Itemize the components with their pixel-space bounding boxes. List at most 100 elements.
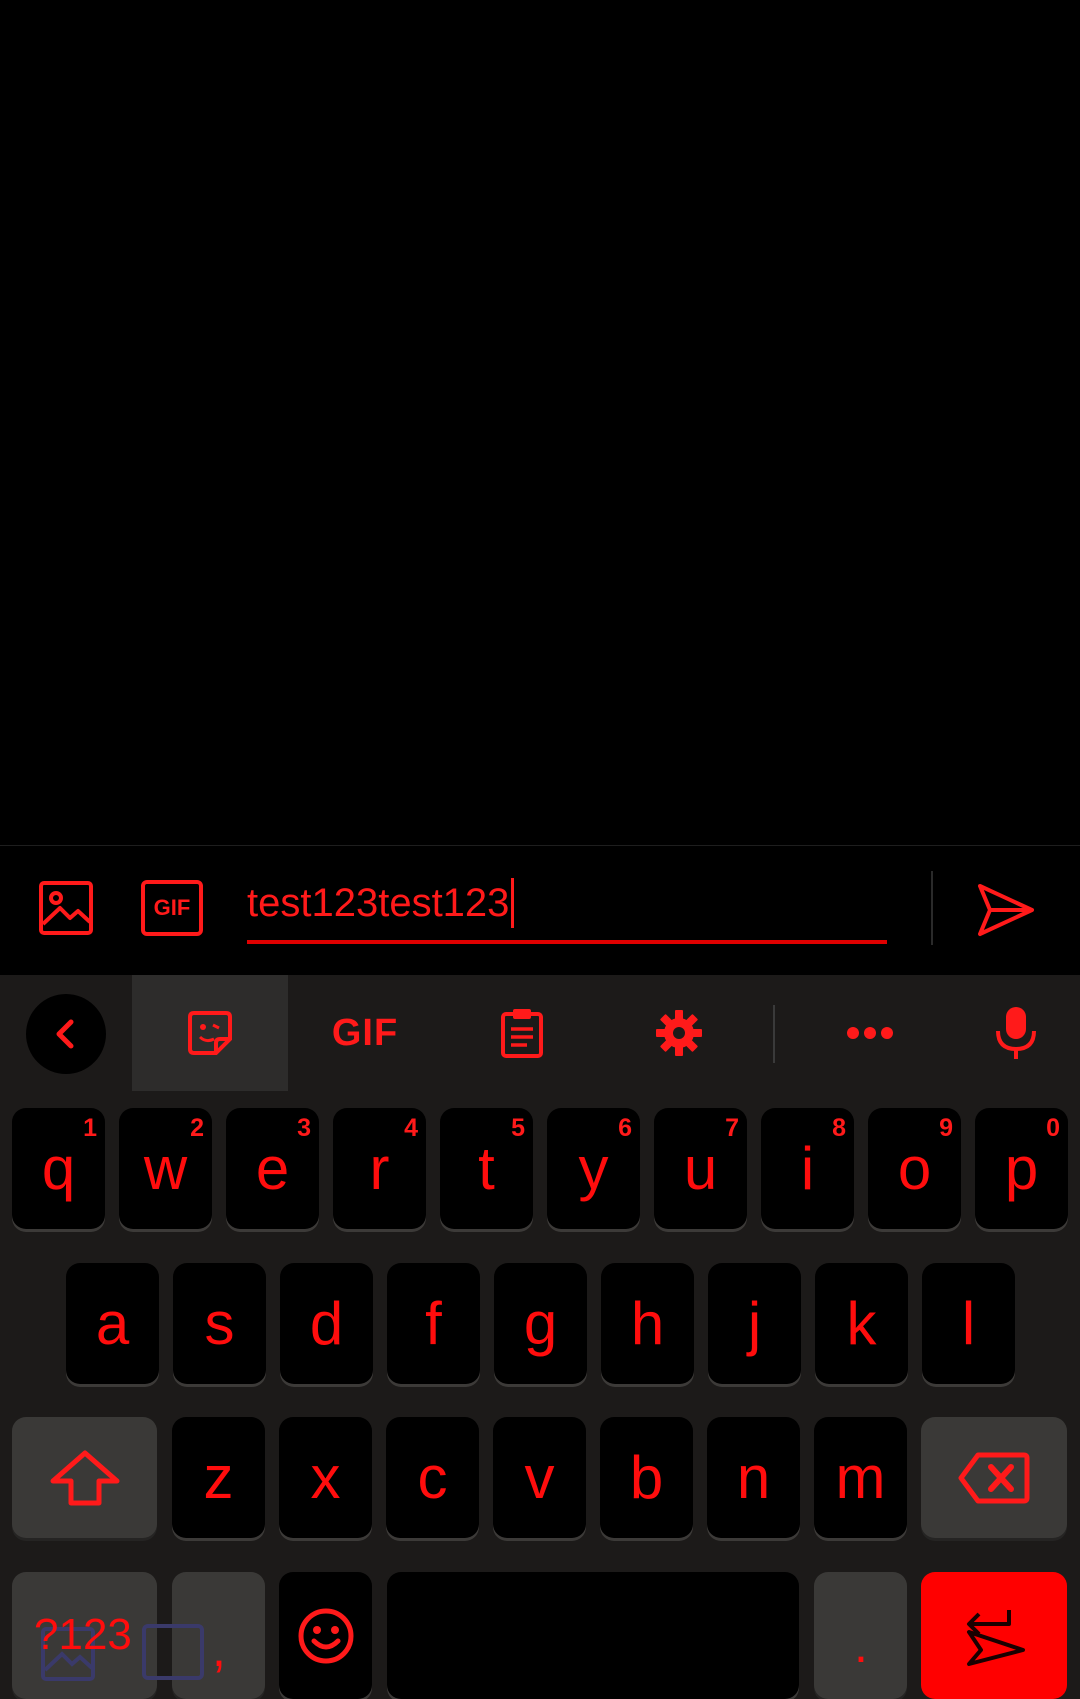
key-n[interactable]: n xyxy=(707,1417,800,1538)
key-d[interactable]: d xyxy=(280,1263,373,1384)
message-input-value: test123test123 xyxy=(247,881,510,925)
clipboard-icon xyxy=(501,1009,543,1058)
key-b[interactable]: b xyxy=(600,1417,693,1538)
key-number-hint: 2 xyxy=(190,1114,204,1142)
key-p[interactable]: p0 xyxy=(975,1108,1068,1229)
sticker-icon xyxy=(188,1011,232,1055)
key-label: m xyxy=(835,1443,886,1511)
key-number-hint: 7 xyxy=(725,1114,739,1142)
key-k[interactable]: k xyxy=(815,1263,908,1384)
space-key[interactable] xyxy=(387,1572,799,1699)
symbols-key[interactable]: ?123 xyxy=(12,1572,157,1699)
key-v[interactable]: v xyxy=(493,1417,586,1538)
compose-divider xyxy=(931,871,933,945)
key-number-hint: 4 xyxy=(404,1114,418,1142)
more-icon xyxy=(847,1027,893,1039)
key-label: g xyxy=(523,1289,558,1357)
key-label: x xyxy=(310,1443,341,1511)
backspace-key[interactable] xyxy=(921,1417,1067,1538)
key-o[interactable]: o9 xyxy=(868,1108,961,1229)
toolbar-mic-button[interactable] xyxy=(966,975,1066,1091)
key-label: i xyxy=(800,1134,815,1202)
text-cursor xyxy=(511,878,515,928)
key-label: r xyxy=(369,1134,390,1202)
key-a[interactable]: a xyxy=(66,1263,159,1384)
key-label: b xyxy=(629,1443,664,1511)
send-button[interactable] xyxy=(966,870,1046,950)
image-icon xyxy=(39,881,93,935)
key-number-hint: 5 xyxy=(511,1114,525,1142)
key-number-hint: 9 xyxy=(939,1114,953,1142)
key-number-hint: 8 xyxy=(832,1114,846,1142)
emoji-icon xyxy=(298,1608,353,1663)
key-label: j xyxy=(747,1289,762,1357)
enter-icon xyxy=(967,1609,1025,1666)
microphone-icon xyxy=(996,1007,1036,1059)
attach-image-button[interactable] xyxy=(30,872,102,944)
key-label: u xyxy=(683,1134,718,1202)
key-number-hint: 6 xyxy=(618,1114,632,1142)
key-number-hint: 1 xyxy=(83,1114,97,1142)
key-number-hint: 0 xyxy=(1046,1114,1060,1142)
key-label: d xyxy=(309,1289,344,1357)
shift-icon xyxy=(50,1450,119,1505)
period-key-label: . xyxy=(854,1617,868,1673)
key-label: k xyxy=(846,1289,877,1357)
key-label: v xyxy=(524,1443,555,1511)
key-label: h xyxy=(630,1289,665,1357)
key-y[interactable]: y6 xyxy=(547,1108,640,1229)
key-m[interactable]: m xyxy=(814,1417,907,1538)
gif-icon: GIF xyxy=(141,880,203,936)
key-label: y xyxy=(578,1134,609,1202)
emoji-key[interactable] xyxy=(279,1572,372,1699)
key-label: z xyxy=(203,1443,234,1511)
toolbar-sticker-button[interactable] xyxy=(132,975,288,1091)
enter-key[interactable] xyxy=(921,1572,1067,1699)
symbols-key-label: ?123 xyxy=(34,1610,132,1659)
chevron-left-icon xyxy=(56,1019,74,1049)
toolbar-settings-button[interactable] xyxy=(617,975,741,1091)
send-icon xyxy=(978,884,1034,936)
key-c[interactable]: c xyxy=(386,1417,479,1538)
key-z[interactable]: z xyxy=(172,1417,265,1538)
key-l[interactable]: l xyxy=(922,1263,1015,1384)
key-label: s xyxy=(204,1289,235,1357)
key-w[interactable]: w2 xyxy=(119,1108,212,1229)
key-u[interactable]: u7 xyxy=(654,1108,747,1229)
key-t[interactable]: t5 xyxy=(440,1108,533,1229)
toolbar-separator xyxy=(773,1005,775,1063)
key-s[interactable]: s xyxy=(173,1263,266,1384)
key-label: e xyxy=(255,1134,290,1202)
key-q[interactable]: q1 xyxy=(12,1108,105,1229)
toolbar-more-button[interactable] xyxy=(808,975,932,1091)
key-i[interactable]: i8 xyxy=(761,1108,854,1229)
key-h[interactable]: h xyxy=(601,1263,694,1384)
key-label: w xyxy=(143,1134,188,1202)
comma-key-label: , xyxy=(212,1621,226,1677)
comma-key[interactable]: , xyxy=(142,1572,265,1699)
period-key[interactable]: . xyxy=(814,1572,907,1699)
key-label: c xyxy=(417,1443,448,1511)
toolbar-gif-button[interactable]: GIF xyxy=(300,975,430,1091)
key-label: o xyxy=(897,1134,932,1202)
key-number-hint: 3 xyxy=(297,1114,311,1142)
key-j[interactable]: j xyxy=(708,1263,801,1384)
keyboard-back-button[interactable] xyxy=(24,992,108,1076)
key-label: f xyxy=(425,1289,442,1357)
key-f[interactable]: f xyxy=(387,1263,480,1384)
key-r[interactable]: r4 xyxy=(333,1108,426,1229)
key-x[interactable]: x xyxy=(279,1417,372,1538)
key-e[interactable]: e3 xyxy=(226,1108,319,1229)
key-label: p xyxy=(1004,1134,1039,1202)
gif-button[interactable]: GIF xyxy=(136,872,208,944)
message-input[interactable]: test123test123 xyxy=(247,866,887,944)
toolbar-clipboard-button[interactable] xyxy=(460,975,584,1091)
backspace-icon xyxy=(958,1452,1030,1503)
shift-key[interactable] xyxy=(12,1417,157,1538)
gear-icon xyxy=(656,1010,702,1056)
key-label: l xyxy=(961,1289,976,1357)
app-content-area xyxy=(0,0,1080,845)
key-label: n xyxy=(736,1443,771,1511)
key-g[interactable]: g xyxy=(494,1263,587,1384)
key-label: q xyxy=(41,1134,76,1202)
